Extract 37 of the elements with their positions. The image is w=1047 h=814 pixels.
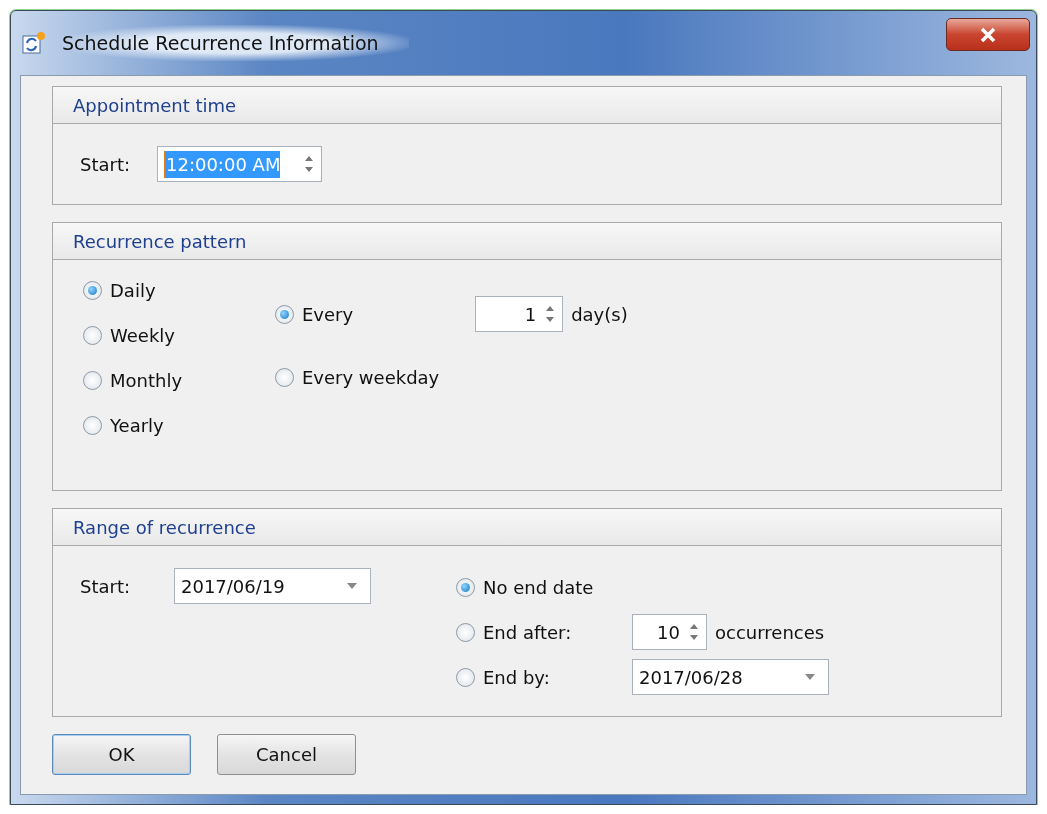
close-button[interactable] [946, 18, 1030, 51]
field-label: Start: [80, 574, 132, 599]
radio-button[interactable]: End after: [456, 616, 632, 648]
radio-button[interactable]: Daily [83, 274, 275, 306]
radio-button[interactable]: Yearly [83, 409, 275, 441]
radio-button[interactable]: End by: [456, 661, 550, 693]
window-title: Schedule Recurrence Information [62, 24, 409, 62]
radio-icon[interactable] [275, 367, 294, 387]
radio-icon[interactable] [456, 577, 475, 597]
radio-button[interactable]: No end date [456, 571, 594, 603]
radio-icon[interactable] [275, 304, 294, 324]
radio-button[interactable]: Monthly [83, 364, 275, 396]
radio-button[interactable]: Every weekday [275, 361, 440, 393]
date-field[interactable]: 2017/06/28 [632, 659, 829, 695]
dropdown-arrow-icon[interactable] [346, 582, 358, 590]
group-header: Appointment time [53, 87, 1001, 124]
radio-button[interactable]: Weekly [83, 319, 275, 351]
dialog-button[interactable]: OK [52, 734, 191, 775]
radio-button[interactable]: Every [275, 298, 354, 330]
radio-icon[interactable] [83, 415, 102, 435]
date-field[interactable]: 2017/06/19 [174, 568, 371, 604]
app-icon [22, 31, 46, 55]
radio-icon[interactable] [456, 667, 475, 687]
radio-icon[interactable] [83, 325, 102, 345]
group-header: Recurrence pattern [53, 223, 1001, 260]
group-header: Range of recurrence [53, 509, 1001, 546]
radio-icon[interactable] [83, 280, 102, 300]
radio-icon[interactable] [456, 622, 475, 642]
spin-field[interactable]: 1 [475, 296, 564, 332]
unit-label: day(s) [571, 302, 628, 327]
dialog-button[interactable]: Cancel [217, 734, 356, 775]
dropdown-arrow-icon[interactable] [804, 673, 816, 681]
unit-label: occurrences [715, 620, 825, 645]
radio-icon[interactable] [83, 370, 102, 390]
field-label: Start: [80, 152, 132, 177]
close-icon [979, 26, 997, 43]
spin-field[interactable]: 10 [632, 614, 707, 650]
